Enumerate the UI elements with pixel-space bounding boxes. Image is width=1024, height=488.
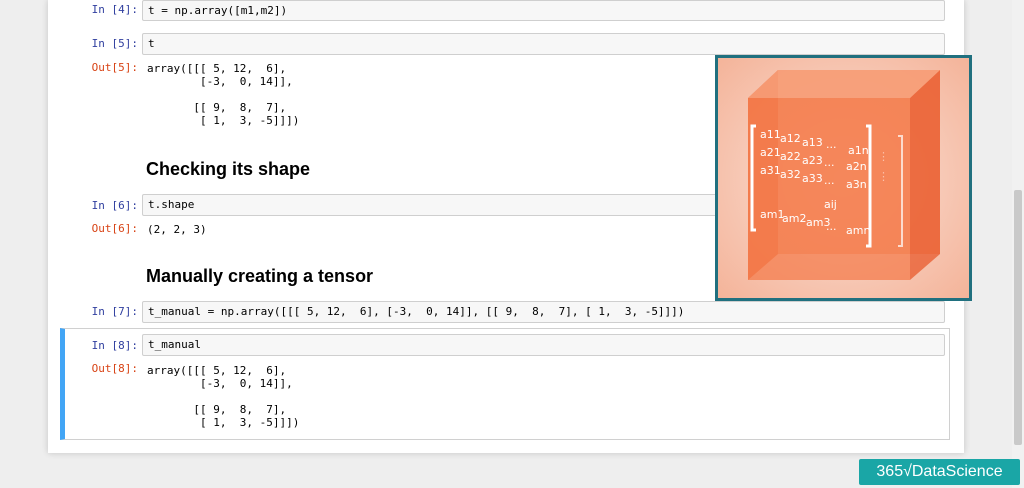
matrix-label: ...	[824, 174, 835, 187]
heading-checking-shape: Checking its shape	[146, 159, 311, 179]
cell-7-in-prompt: In [7]:	[91, 305, 138, 318]
cell-7-input[interactable]: t_manual = np.array([[[ 5, 12, 6], [-3, …	[142, 301, 945, 323]
tensor-cube-icon: a11 a12 a13 ... a1n a21 a22 a23 ... a2n …	[718, 58, 969, 298]
cell-7-code: t_manual = np.array([[[ 5, 12, 6], [-3, …	[148, 305, 685, 318]
heading-manual-tensor: Manually creating a tensor	[146, 266, 374, 286]
matrix-label: ...	[824, 156, 835, 169]
scrollbar-thumb[interactable]	[1014, 190, 1022, 445]
matrix-label: am1	[760, 208, 784, 221]
matrix-label: amn	[846, 224, 870, 237]
matrix-label: a33	[802, 172, 823, 185]
matrix-label: a1n	[848, 144, 869, 157]
cell-4-in-prompt: In [4]:	[91, 3, 138, 16]
brand-logo: 365√DataScience	[859, 459, 1020, 485]
cell-5-in-prompt: In [5]:	[91, 37, 138, 50]
cell-8-input[interactable]: t_manual	[142, 334, 945, 356]
tensor-illustration: a11 a12 a13 ... a1n a21 a22 a23 ... a2n …	[715, 55, 972, 301]
matrix-label: a12	[780, 132, 801, 145]
matrix-label: a32	[780, 168, 801, 181]
matrix-label: a11	[760, 128, 781, 141]
matrix-label: a21	[760, 146, 781, 159]
cell-5-input[interactable]: t	[142, 33, 945, 55]
cell-6-code: t.shape	[148, 198, 195, 211]
cell-6-out-prompt: Out[6]:	[91, 222, 138, 235]
cell-8-out-prompt: Out[8]:	[91, 362, 138, 375]
cell-5-output: array([[[ 5, 12, 6], [-3, 0, 14]], [[ 9,…	[147, 62, 300, 127]
matrix-label: am2	[782, 212, 806, 225]
svg-text:⋮: ⋮	[878, 150, 889, 163]
matrix-label: ...	[826, 220, 837, 233]
matrix-label: a13	[802, 136, 823, 149]
matrix-label: a22	[780, 150, 801, 163]
matrix-label: a3n	[846, 178, 867, 191]
matrix-label: ...	[826, 138, 837, 151]
cell-4-input[interactable]: t = np.array([m1,m2])	[142, 0, 945, 21]
matrix-label: a2n	[846, 160, 867, 173]
cell-8-code: t_manual	[148, 338, 201, 351]
svg-text:⋮: ⋮	[878, 170, 889, 183]
cell-4-code: t = np.array([m1,m2])	[148, 4, 288, 17]
cell-8-output: array([[[ 5, 12, 6], [-3, 0, 14]], [[ 9,…	[147, 364, 300, 429]
matrix-label: aij	[824, 198, 837, 211]
cell-6-in-prompt: In [6]:	[91, 199, 138, 212]
cell-6-output: (2, 2, 3)	[147, 223, 207, 236]
cell-8-in-prompt: In [8]:	[91, 339, 138, 352]
cell-5-out-prompt: Out[5]:	[91, 61, 138, 74]
cell-5-code: t	[148, 37, 155, 50]
matrix-label: a23	[802, 154, 823, 167]
matrix-label: a31	[760, 164, 781, 177]
